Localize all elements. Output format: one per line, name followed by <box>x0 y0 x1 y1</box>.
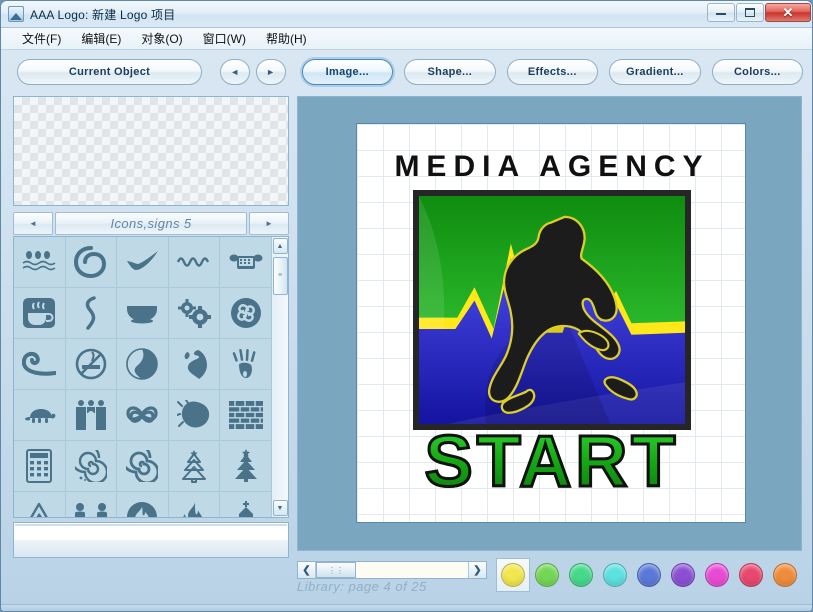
close-button[interactable]: ✕ <box>765 3 811 22</box>
library-icon-butterfly[interactable] <box>117 390 168 440</box>
library-icon-hand-print[interactable] <box>220 339 271 389</box>
main-toolbar: Current Object ◄ ► Image... Shape... Eff… <box>1 50 812 94</box>
library-icon-celtic-swirl[interactable] <box>220 288 271 338</box>
swatch-blue[interactable] <box>632 558 666 592</box>
application-window: AAA Logo: 新建 Logo 项目 ✕ 文件(F) 编辑(E) 对象(O)… <box>0 0 813 612</box>
library-page-status: Library: page 4 of 25 <box>297 579 427 594</box>
library-icon-loop-ribbon[interactable] <box>65 237 117 287</box>
library-icon-hot-coffee-cup[interactable] <box>14 288 65 338</box>
library-header: ◄ Icons,signs 5 ► <box>13 212 289 235</box>
library-icon-flammable-warning[interactable] <box>14 492 65 517</box>
minimize-button[interactable] <box>707 3 735 22</box>
library-icon-christmas-tree[interactable] <box>220 441 271 491</box>
menu-window[interactable]: 窗口(W) <box>194 27 255 50</box>
logo-artwork[interactable] <box>413 190 691 430</box>
library-icon-spiral-dots[interactable] <box>65 441 117 491</box>
logo-tagline-text[interactable]: START <box>357 425 747 500</box>
scroll-down-button[interactable]: ▼ <box>272 500 288 516</box>
library-icon-bowl[interactable] <box>117 288 168 338</box>
object-preview-pane[interactable] <box>13 96 289 206</box>
library-icon-wave-lines[interactable] <box>168 237 220 287</box>
library-icon-checkmark-swoosh[interactable] <box>117 237 168 287</box>
page-scroll-thumb[interactable]: ⋮⋮ <box>316 562 356 578</box>
swatch-green[interactable] <box>564 558 598 592</box>
library-prev-button[interactable]: ◄ <box>13 212 53 235</box>
next-object-button[interactable]: ► <box>255 59 286 85</box>
menu-object[interactable]: 对象(O) <box>132 27 191 50</box>
bottom-bar: ❮ ⋮⋮ ❯ Library: page 4 of 25 <box>1 553 812 611</box>
library-icon-footprints-waves[interactable] <box>14 237 65 287</box>
swatch-purple[interactable] <box>666 558 700 592</box>
menu-bar: 文件(F) 编辑(E) 对象(O) 窗口(W) 帮助(H) <box>1 27 812 50</box>
gradient-button[interactable]: Gradient... <box>609 59 701 85</box>
title-bar: AAA Logo: 新建 Logo 项目 ✕ <box>1 1 812 28</box>
icon-library-grid-container: ▲ ≡ ▼ <box>13 236 289 518</box>
colors-button[interactable]: Colors... <box>711 59 804 85</box>
color-swatch-bar <box>496 557 802 593</box>
shape-button[interactable]: Shape... <box>404 59 496 85</box>
prev-object-button[interactable]: ◄ <box>219 59 250 85</box>
page-scroll-left-button[interactable]: ❮ <box>298 562 316 578</box>
library-icon-christmas-tree-outline[interactable] <box>168 441 220 491</box>
library-icon-family-group[interactable] <box>65 390 117 440</box>
swatch-magenta[interactable] <box>700 558 734 592</box>
swatch-yellow[interactable] <box>496 558 530 592</box>
scrollbar-thumb[interactable]: ≡ <box>272 257 288 295</box>
library-icon-gears[interactable] <box>168 288 220 338</box>
menu-edit[interactable]: 编辑(E) <box>72 27 130 50</box>
scrollbar-track[interactable]: ≡ <box>272 254 288 500</box>
library-icon-handshake[interactable] <box>65 492 117 517</box>
library-icon-no-smoking[interactable] <box>65 339 117 389</box>
window-title: AAA Logo: 新建 Logo 项目 <box>30 7 176 22</box>
library-icon-calculator[interactable] <box>14 441 65 491</box>
scroll-up-button[interactable]: ▲ <box>272 238 288 254</box>
image-button[interactable]: Image... <box>301 59 394 85</box>
library-icon-wavy-snake[interactable] <box>65 288 117 338</box>
library-icon-globe-americas[interactable] <box>168 339 220 389</box>
canvas-area[interactable]: MEDIA AGENCY START <box>297 96 802 551</box>
logo-title-text[interactable]: MEDIA AGENCY <box>357 150 747 184</box>
library-icon-telephone[interactable] <box>220 237 271 287</box>
library-icon-flame-circle[interactable] <box>117 492 168 517</box>
menu-help[interactable]: 帮助(H) <box>257 27 316 50</box>
left-panel: ◄ Icons,signs 5 ► ▲ ≡ ▼ <box>13 96 289 576</box>
window-bottom-edge <box>1 604 812 611</box>
library-page-scrollbar[interactable]: ❮ ⋮⋮ ❯ <box>297 561 487 579</box>
current-object-button[interactable]: Current Object <box>17 59 202 85</box>
icon-grid-scrollbar[interactable]: ▲ ≡ ▼ <box>271 237 288 517</box>
library-next-button[interactable]: ► <box>249 212 289 235</box>
page-scroll-right-button[interactable]: ❯ <box>468 562 486 578</box>
swatch-cyan[interactable] <box>598 558 632 592</box>
sprinter-artwork-svg <box>419 196 685 424</box>
icon-library-grid <box>14 237 271 517</box>
library-icon-brick-wall[interactable] <box>220 390 271 440</box>
effects-button[interactable]: Effects... <box>506 59 599 85</box>
swatch-light-green[interactable] <box>530 558 564 592</box>
page-scroll-track[interactable]: ⋮⋮ <box>316 562 468 578</box>
window-controls: ✕ <box>707 3 811 22</box>
app-logo-icon <box>8 6 24 22</box>
menu-file[interactable]: 文件(F) <box>13 27 70 50</box>
library-icon-wave-curl[interactable] <box>14 339 65 389</box>
library-icon-globe-sphere[interactable] <box>117 339 168 389</box>
library-icon-flame[interactable] <box>168 492 220 517</box>
swatch-orange[interactable] <box>768 558 802 592</box>
library-icon-ink-splat[interactable] <box>168 390 220 440</box>
library-icon-church[interactable] <box>220 492 271 517</box>
library-title: Icons,signs 5 <box>55 212 247 235</box>
library-icon-turtle[interactable] <box>14 390 65 440</box>
maximize-button[interactable] <box>736 3 764 22</box>
logo-canvas-paper[interactable]: MEDIA AGENCY START <box>356 123 746 523</box>
library-icon-spiral[interactable] <box>117 441 168 491</box>
swatch-pink[interactable] <box>734 558 768 592</box>
